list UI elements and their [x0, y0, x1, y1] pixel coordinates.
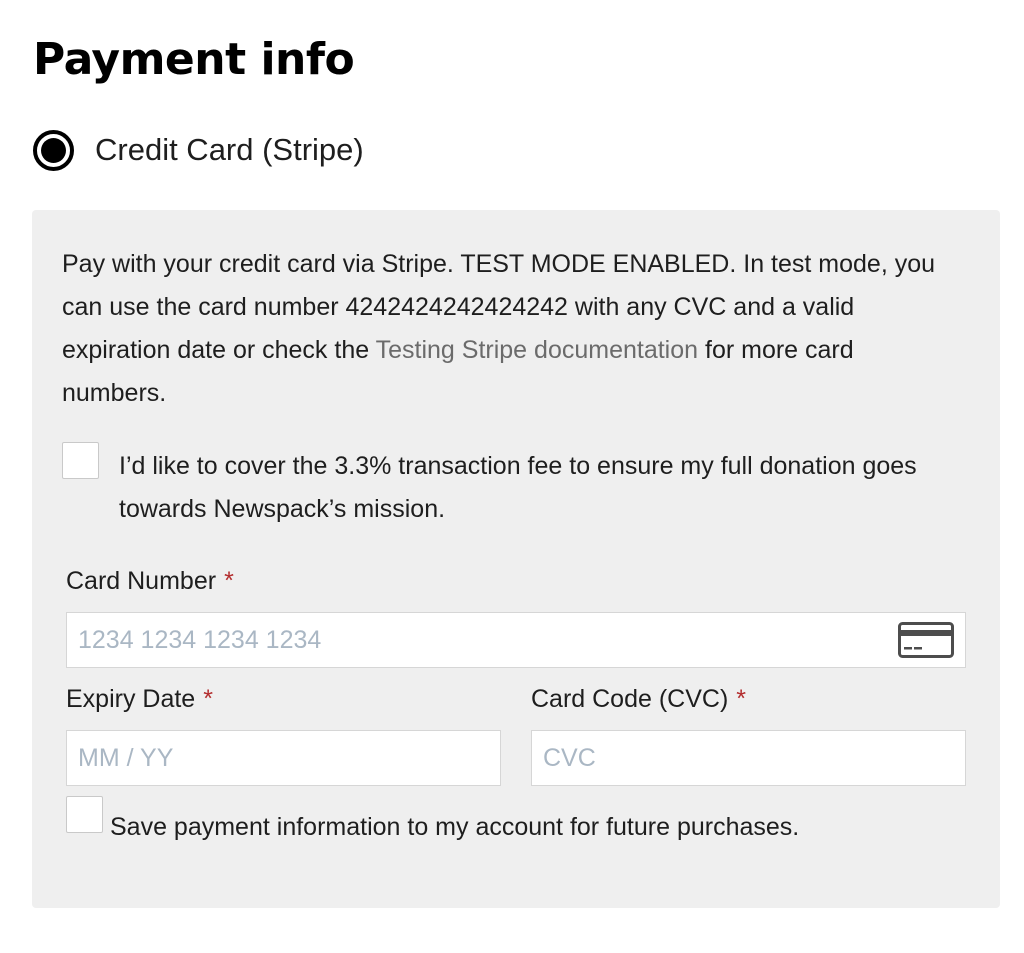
card-number-label-text: Card Number [66, 567, 217, 595]
payment-method-label: Credit Card (Stripe) [95, 132, 364, 167]
testing-stripe-docs-link[interactable]: Testing Stripe documentation [376, 336, 698, 364]
card-number-label: Card Number * [66, 563, 234, 599]
save-payment-checkbox[interactable] [66, 796, 103, 833]
cover-fee-checkbox[interactable] [62, 442, 99, 479]
credit-card-icon [898, 622, 954, 658]
required-mark: * [224, 567, 234, 595]
cvc-label-text: Card Code (CVC) [531, 685, 729, 713]
required-mark: * [736, 685, 747, 713]
cover-fee-label: I’d like to cover the 3.3% transaction f… [119, 452, 917, 523]
expiry-date-placeholder: MM / YY [78, 743, 174, 772]
cvc-field[interactable]: CVC [531, 730, 966, 786]
stripe-description: Pay with your credit card via Stripe. TE… [62, 243, 962, 415]
card-number-field[interactable]: 1234 1234 1234 1234 [66, 612, 966, 668]
stripe-payment-panel: Pay with your credit card via Stripe. TE… [32, 210, 1000, 908]
expiry-date-label: Expiry Date * [66, 681, 213, 717]
card-number-placeholder: 1234 1234 1234 1234 [78, 625, 322, 654]
page-title: Payment info [33, 34, 355, 85]
expiry-date-label-text: Expiry Date [66, 685, 196, 713]
payment-method-stripe[interactable]: Credit Card (Stripe) [33, 126, 364, 174]
required-mark: * [203, 685, 213, 713]
save-payment-label: Save payment information to my account f… [110, 813, 800, 841]
radio-selected-dot [41, 137, 66, 163]
cvc-label: Card Code (CVC) * [531, 681, 746, 717]
payment-method-radio[interactable] [33, 129, 74, 171]
expiry-date-field[interactable]: MM / YY [66, 730, 501, 786]
cvc-placeholder: CVC [543, 743, 596, 772]
